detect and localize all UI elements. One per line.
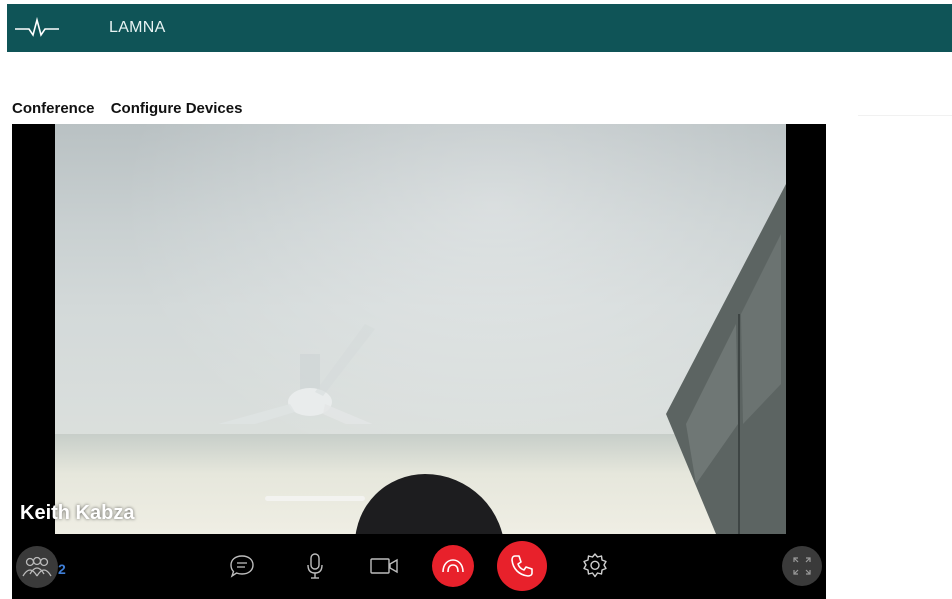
chat-button[interactable] (224, 548, 260, 584)
brand-name: LAMNA (109, 19, 166, 36)
tab-conference[interactable]: Conference (12, 100, 95, 117)
fullscreen-icon (793, 557, 811, 575)
camera-button[interactable] (366, 548, 402, 584)
tab-bar: Conference Configure Devices (12, 100, 254, 117)
microphone-icon (307, 553, 323, 579)
hold-button[interactable] (432, 545, 474, 587)
call-icon (511, 555, 533, 577)
participant-count: 2 (58, 561, 66, 577)
participant-name: Keith Kabza (20, 502, 135, 524)
settings-icon (583, 553, 607, 578)
logo-pulse-icon (15, 16, 59, 37)
fullscreen-button[interactable] (782, 546, 822, 586)
wardrobe-image (666, 184, 786, 534)
camera-icon (370, 558, 398, 574)
participants-button[interactable] (16, 546, 58, 588)
call-controls: 2 (12, 534, 826, 599)
video-stage: Keith Kabza 2 (12, 124, 826, 599)
settings-button[interactable] (577, 548, 613, 584)
microphone-button[interactable] (297, 548, 333, 584)
hold-icon (442, 559, 464, 573)
ceiling-fan-image (218, 324, 375, 424)
participants-icon (22, 556, 52, 577)
tube-light (265, 496, 365, 501)
chat-icon (230, 555, 254, 578)
app-header: LAMNA (7, 4, 952, 52)
side-panel-divider (858, 115, 952, 116)
remote-video (55, 124, 786, 534)
end-call-button[interactable] (497, 541, 547, 591)
tab-configure-devices[interactable]: Configure Devices (111, 100, 243, 117)
